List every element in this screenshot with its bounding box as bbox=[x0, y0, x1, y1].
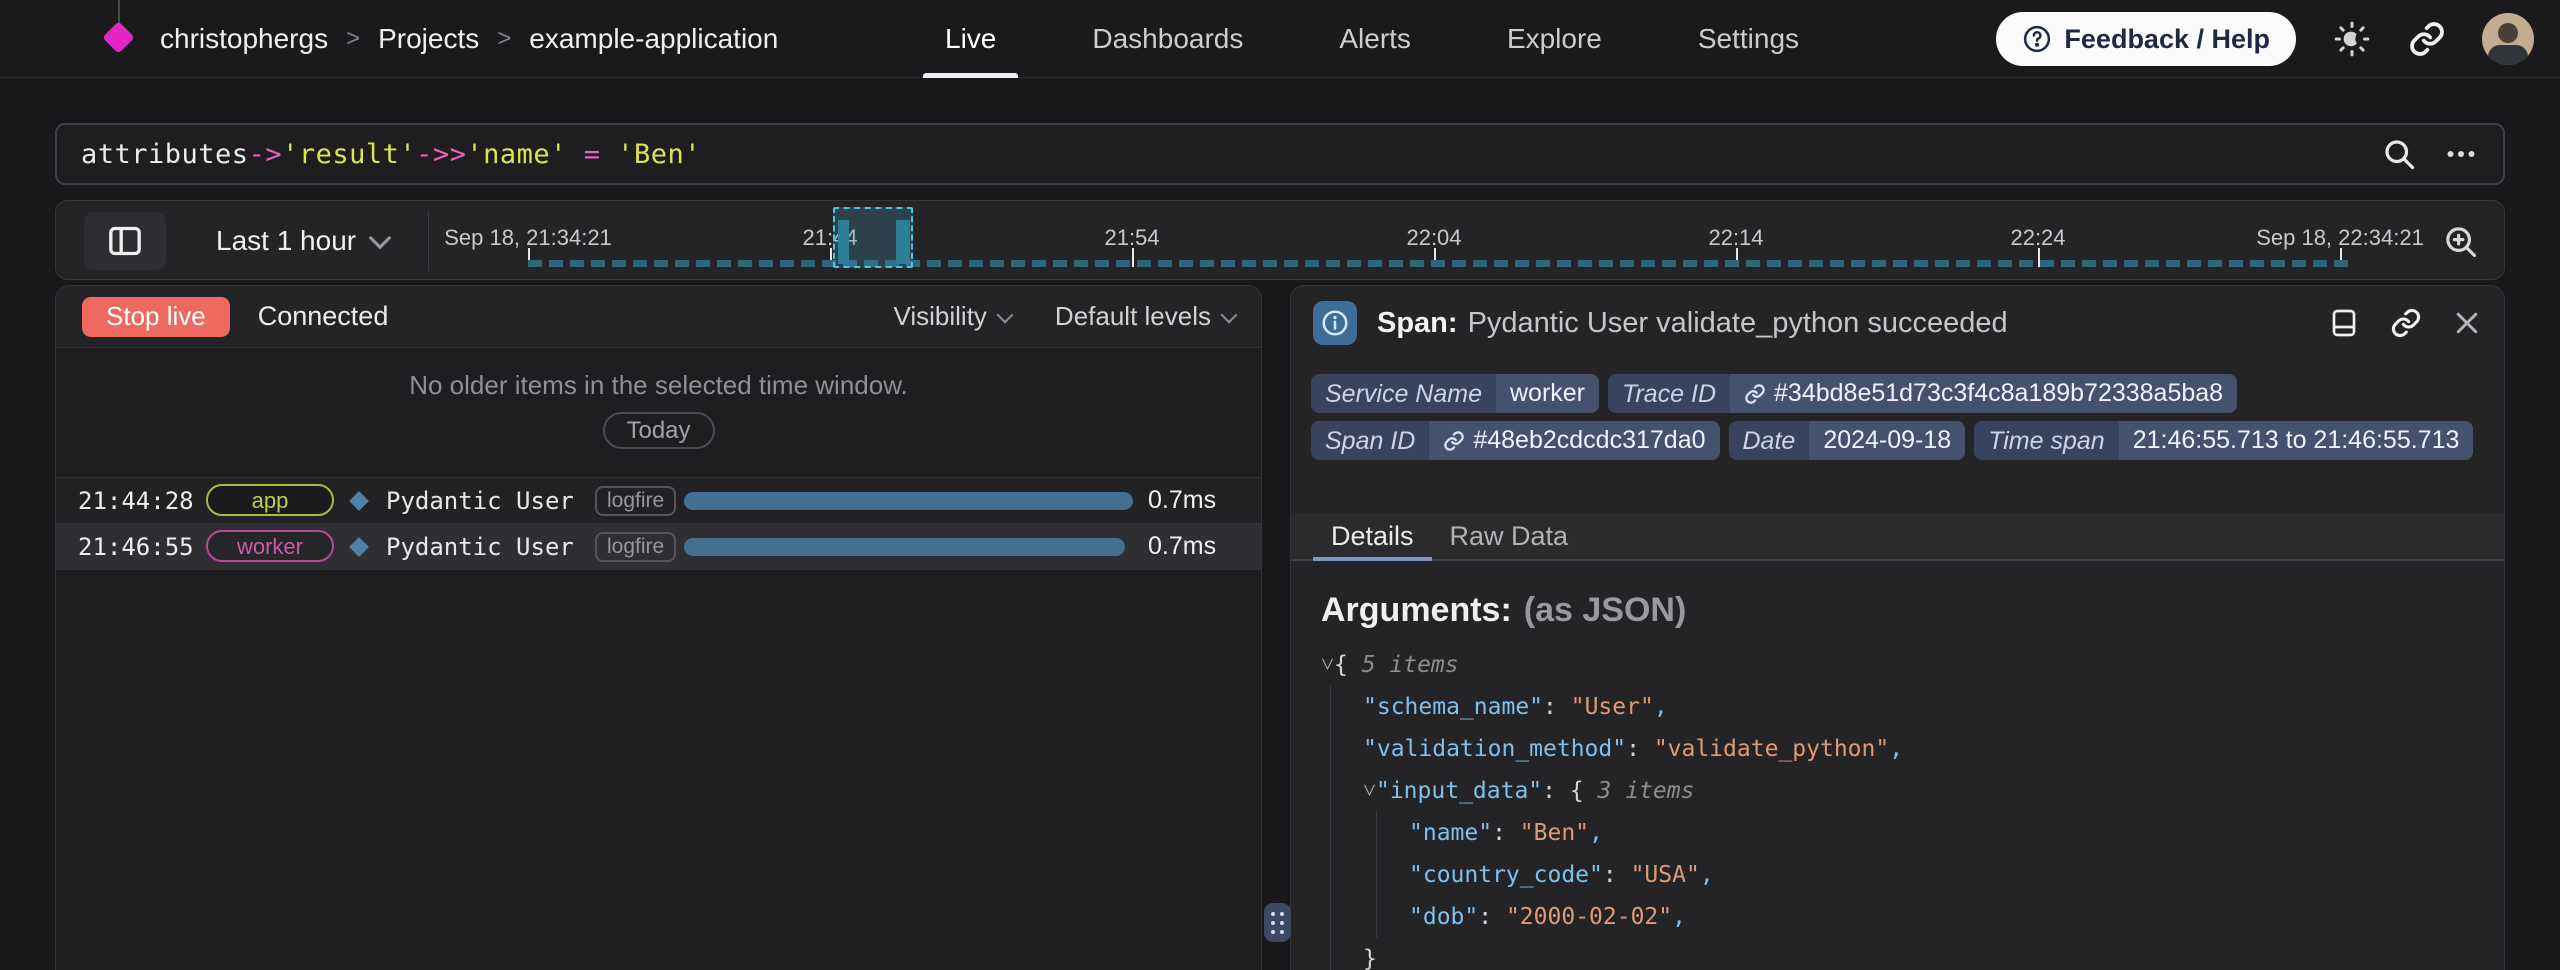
tab-alerts[interactable]: Alerts bbox=[1339, 0, 1411, 78]
tab-settings[interactable]: Settings bbox=[1698, 0, 1799, 78]
json-line: "schema_name": "User", bbox=[1321, 686, 2484, 728]
logo-stem bbox=[118, 0, 120, 24]
nav-tabs: Live Dashboards Alerts Explore Settings bbox=[945, 0, 1799, 78]
scope-badge: logfire bbox=[595, 532, 676, 562]
default-levels-dropdown[interactable]: Default levels bbox=[1055, 301, 1235, 332]
span-title: Span:Pydantic User validate_python succe… bbox=[1377, 307, 2008, 340]
trace-id-badge[interactable]: Trace ID #34bd8e51d73c3f4c8a189b72338a5b… bbox=[1608, 374, 2237, 413]
arguments-heading: Arguments:(as JSON) bbox=[1321, 591, 1686, 630]
log-row[interactable]: 21:44:28 app Pydantic User logfire 0.7ms bbox=[56, 478, 1261, 524]
tab-details[interactable]: Details bbox=[1313, 513, 1432, 559]
json-line: "dob": "2000-02-02", bbox=[1321, 896, 2484, 938]
timeline-panel: Last 1 hour Sep 18, 21:34:21 21:44 21:54… bbox=[55, 200, 2505, 280]
duration-bar bbox=[684, 538, 1125, 556]
span-name: Pydantic User bbox=[386, 533, 574, 561]
timeline-histogram-baseline[interactable] bbox=[528, 260, 2348, 267]
split-pane-icon[interactable] bbox=[2328, 307, 2360, 339]
breadcrumb-projects[interactable]: Projects bbox=[378, 23, 479, 55]
time-range-dropdown[interactable]: Last 1 hour bbox=[216, 201, 388, 281]
copy-link-icon[interactable] bbox=[2390, 307, 2422, 339]
json-line[interactable]: ˅{ 5 items bbox=[1321, 644, 2484, 686]
json-line: "name": "Ben", bbox=[1321, 812, 2484, 854]
breadcrumb: christophergs > Projects > example-appli… bbox=[160, 0, 778, 78]
span-diamond-icon bbox=[349, 491, 369, 511]
live-toolbar: Stop live Connected Visibility Default l… bbox=[56, 286, 1261, 348]
duration-label: 0.7ms bbox=[1148, 486, 1216, 515]
logo-diamond-icon bbox=[102, 21, 135, 54]
today-button[interactable]: Today bbox=[602, 412, 714, 449]
chevron-down-icon bbox=[996, 306, 1013, 323]
span-name: Pydantic User bbox=[386, 487, 574, 515]
more-options-icon[interactable] bbox=[2443, 136, 2479, 172]
log-rows: 21:44:28 app Pydantic User logfire 0.7ms… bbox=[56, 477, 1261, 570]
panel-resize-handle[interactable] bbox=[1264, 903, 1291, 942]
log-row-selected[interactable]: 21:46:55 worker Pydantic User logfire 0.… bbox=[56, 524, 1261, 570]
row-timestamp: 21:44:28 bbox=[78, 487, 194, 515]
date-badge: Date 2024-09-18 bbox=[1729, 421, 1966, 460]
stop-live-button[interactable]: Stop live bbox=[82, 297, 230, 337]
connection-status: Connected bbox=[258, 301, 389, 332]
breadcrumb-separator-icon: > bbox=[497, 25, 511, 53]
logfire-logo[interactable] bbox=[106, 0, 132, 78]
divider bbox=[428, 211, 429, 271]
query-bar[interactable]: attributes->'result'->>'name' = 'Ben' bbox=[55, 123, 2505, 185]
breadcrumb-project-name[interactable]: example-application bbox=[529, 23, 778, 55]
row-timestamp: 21:46:55 bbox=[78, 533, 194, 561]
breadcrumb-separator-icon: > bbox=[346, 25, 360, 53]
chevron-down-icon bbox=[369, 227, 392, 250]
tab-explore[interactable]: Explore bbox=[1507, 0, 1602, 78]
tab-raw-data[interactable]: Raw Data bbox=[1432, 513, 1587, 559]
histogram-bar bbox=[838, 220, 849, 264]
json-tree-viewer: ˅{ 5 items "schema_name": "User", "valid… bbox=[1321, 644, 2484, 970]
json-line[interactable]: ˅"input_data": { 3 items bbox=[1321, 770, 2484, 812]
duration-label: 0.7ms bbox=[1148, 532, 1216, 561]
span-diamond-icon bbox=[349, 537, 369, 557]
histogram-bar bbox=[896, 220, 910, 264]
tag-badge-app: app bbox=[206, 484, 334, 516]
share-link-icon[interactable] bbox=[2408, 20, 2446, 58]
scope-badge: logfire bbox=[595, 486, 676, 516]
breadcrumb-org[interactable]: christophergs bbox=[160, 23, 328, 55]
time-span-badge: Time span 21:46:55.713 to 21:46:55.713 bbox=[1974, 421, 2473, 460]
query-input[interactable]: attributes->'result'->>'name' = 'Ben' bbox=[81, 139, 2381, 170]
duration-bar bbox=[684, 492, 1133, 510]
search-icon[interactable] bbox=[2381, 136, 2417, 172]
link-icon bbox=[1744, 383, 1766, 405]
json-line: } bbox=[1321, 938, 2484, 970]
span-metadata: Service Name worker Trace ID #34bd8e51d7… bbox=[1311, 374, 2473, 460]
tag-badge-worker: worker bbox=[206, 530, 334, 562]
timeline-selection-region[interactable] bbox=[833, 207, 913, 268]
chevron-down-icon bbox=[1221, 306, 1238, 323]
link-icon bbox=[1443, 430, 1465, 452]
service-name-badge: Service Name worker bbox=[1311, 374, 1599, 413]
top-nav: christophergs > Projects > example-appli… bbox=[0, 0, 2560, 78]
sidebar-toggle-icon[interactable] bbox=[84, 212, 166, 270]
empty-state-message: No older items in the selected time wind… bbox=[56, 370, 1261, 401]
close-icon[interactable] bbox=[2452, 308, 2482, 338]
user-avatar[interactable] bbox=[2482, 13, 2534, 65]
help-circle-icon bbox=[2022, 24, 2052, 54]
nav-right-actions: Feedback / Help bbox=[1996, 0, 2534, 78]
visibility-dropdown[interactable]: Visibility bbox=[893, 301, 1010, 332]
json-line: "validation_method": "validate_python", bbox=[1321, 728, 2484, 770]
detail-tabs: Details Raw Data bbox=[1291, 513, 2504, 561]
avatar-silhouette bbox=[2498, 23, 2518, 43]
info-icon bbox=[1313, 301, 1357, 345]
tab-dashboards[interactable]: Dashboards bbox=[1092, 0, 1243, 78]
live-view-panel: Stop live Connected Visibility Default l… bbox=[55, 285, 1262, 970]
feedback-help-button[interactable]: Feedback / Help bbox=[1996, 12, 2296, 66]
span-detail-panel: Span:Pydantic User validate_python succe… bbox=[1290, 285, 2505, 970]
theme-toggle-icon[interactable] bbox=[2332, 19, 2372, 59]
span-detail-header: Span:Pydantic User validate_python succe… bbox=[1291, 286, 2504, 360]
span-id-badge[interactable]: Span ID #48eb2cdcdc317da0 bbox=[1311, 421, 1720, 460]
zoom-in-icon[interactable] bbox=[2442, 223, 2480, 261]
tab-live[interactable]: Live bbox=[945, 0, 996, 78]
json-line: "country_code": "USA", bbox=[1321, 854, 2484, 896]
